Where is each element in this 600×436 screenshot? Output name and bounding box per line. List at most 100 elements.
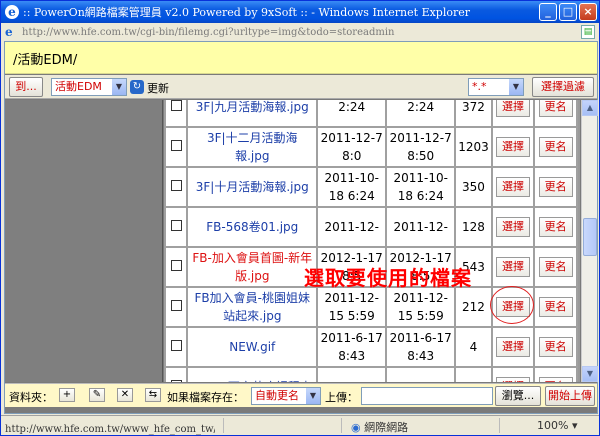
zoom-level[interactable]: 100% ▾ [537,419,577,432]
file-name[interactable]: 3F|十二月活動海報.jpg [188,128,317,166]
file-toolbar: 到... 活動EDM ▼ ↻ 更新 *.* ▼ 選擇過濾 [5,75,597,99]
table-row: 3F|十二月活動海報.jpg 2011-12-7 8:0 2011-12-7 8:5… [166,128,576,166]
row-checkbox-cell[interactable] [166,100,187,126]
rename-button[interactable]: 更名 [538,297,573,317]
row-checkbox[interactable] [170,260,182,271]
scroll-down-icon[interactable]: ▼ [582,366,598,382]
select-button[interactable]: 選擇 [496,217,531,237]
folder-select[interactable]: 活動EDM ▼ [51,78,127,96]
title-bar: e :: PowerOn網路檔案管理員 v2.0 Powered by 9xSo… [1,1,599,23]
file-table: 3F|九月活動海報.jpg 2:24 2:24 372 選擇 更名 3F|十二月活動海報.j… [164,100,578,382]
row-checkbox-cell[interactable] [166,128,187,166]
rename-button[interactable]: 更名 [538,177,573,197]
zoom-value: 100% [537,419,569,432]
table-row: NEW.gif 2011-6-17 8:43 2011-6-17 8:43 4 選擇 更名 [166,328,576,366]
filter-button[interactable]: 選擇過濾 [532,77,594,97]
ie-logo-icon: e [5,5,19,19]
rename-button[interactable]: 更名 [538,337,573,357]
zone-label: 網際網路 [364,421,409,434]
file-name[interactable]: FB加入會員-桃園姐妹站起來.jpg [188,288,317,326]
select-button[interactable]: 選擇 [496,377,531,382]
row-checkbox[interactable] [170,220,182,231]
edit-folder-icon[interactable]: ✎ [89,388,105,402]
row-checkbox-cell[interactable] [166,328,187,366]
rename-button[interactable]: 更名 [538,137,573,157]
go-up-button[interactable]: 到... [9,77,43,97]
address-bar[interactable]: e http://www.hfe.com.tw/cgi-bin/filemg.c… [3,24,597,41]
maximize-button[interactable]: □ [559,3,577,21]
row-checkbox-cell[interactable] [166,168,187,206]
row-checkbox[interactable] [170,180,182,191]
select-cell: 選擇 [492,100,534,126]
refresh-icon[interactable]: ↻ [130,80,144,94]
select-button[interactable]: 選擇 [496,257,531,277]
row-checkbox-cell[interactable] [166,288,187,326]
scroll-thumb[interactable] [583,218,597,256]
row-checkbox-cell[interactable] [166,208,187,246]
file-name[interactable]: FB-加入會員首圖-新年版.jpg [188,248,317,286]
refresh-label[interactable]: 更新 [147,80,169,96]
upload-file-input[interactable] [361,387,493,405]
scroll-up-icon[interactable]: ▲ [582,100,598,116]
select-cell: 選擇 [492,368,534,382]
rename-cell: 更名 [535,208,576,246]
file-name[interactable]: NHAN西方芳療課程表 [188,368,317,382]
file-size [456,368,491,382]
rename-cell: 更名 [535,368,576,382]
rename-button[interactable]: 更名 [538,100,573,117]
file-name[interactable]: 3F|十月活動海報.jpg [188,168,317,206]
file-created: 2011-6-17 8:43 [318,328,386,366]
status-bar: http://www.hfe.com.tw/www_hfe_com_tw/fil… [1,415,599,435]
file-name[interactable]: NEW.gif [188,328,317,366]
current-path: /活動EDM/ [13,53,78,68]
chevron-down-icon: ▼ [306,388,320,404]
exists-select[interactable]: 自動更名 ▼ [251,387,321,405]
scrollbar[interactable]: ▲ ▼ [581,100,598,382]
row-checkbox[interactable] [170,300,182,311]
page-icon[interactable]: ▤ [581,25,595,39]
rename-cell: 更名 [535,168,576,206]
chevron-down-icon: ▼ [112,79,126,95]
file-size: 128 [456,208,491,246]
rename-button[interactable]: 更名 [538,257,573,277]
upload-label: 上傳： [325,391,358,404]
row-checkbox[interactable] [170,140,182,151]
select-button[interactable]: 選擇 [496,100,531,117]
close-button[interactable]: × [579,3,597,21]
select-cell: 選擇 [492,168,534,206]
browse-button[interactable]: 瀏覽... [495,386,541,406]
file-created: 2011-12-7 8:0 [318,128,386,166]
select-cell: 選擇 [492,328,534,366]
row-checkbox[interactable] [170,380,182,382]
row-checkbox[interactable] [170,100,182,111]
rename-button[interactable]: 更名 [538,377,573,382]
file-name[interactable]: 3F|九月活動海報.jpg [188,100,317,126]
file-modified: 2011-12-7 8:50 [387,128,455,166]
file-modified: 2011-10-18 6:24 [387,168,455,206]
select-button[interactable]: 選擇 [496,137,531,157]
status-url: http://www.hfe.com.tw/www_hfe_com_tw/fil… [5,424,215,435]
status-divider [341,418,342,433]
new-folder-icon[interactable]: + [59,388,75,402]
select-button[interactable]: 選擇 [496,337,531,357]
row-checkbox-cell[interactable] [166,368,187,382]
table-row: NHAN西方芳療課程表2011-5-2011-5-選擇更名 [166,368,576,382]
minimize-button[interactable]: _ [539,3,557,21]
delete-folder-icon[interactable]: ✕ [117,388,133,402]
select-button[interactable]: 選擇 [496,177,531,197]
select-cell: 選擇 [492,208,534,246]
file-created: 2011-5- [318,368,386,382]
start-upload-button[interactable]: 開始上傳 [545,386,595,406]
file-size: 1203 [456,128,491,166]
row-checkbox-cell[interactable] [166,248,187,286]
address-url: http://www.hfe.com.tw/cgi-bin/filemg.cgi… [22,27,395,38]
select-cell: 選擇 [492,248,534,286]
rename-button[interactable]: 更名 [538,217,573,237]
file-name[interactable]: FB-568卷01.jpg [188,208,317,246]
table-row: 3F|十月活動海報.jpg 2011-10-18 6:24 2011-10-18 6… [166,168,576,206]
rename-cell: 更名 [535,288,576,326]
browser-window: e :: PowerOn網路檔案管理員 v2.0 Powered by 9xSo… [0,0,600,436]
row-checkbox[interactable] [170,340,182,351]
filter-select[interactable]: *.* ▼ [468,78,524,96]
move-folder-icon[interactable]: ⇆ [145,388,161,402]
